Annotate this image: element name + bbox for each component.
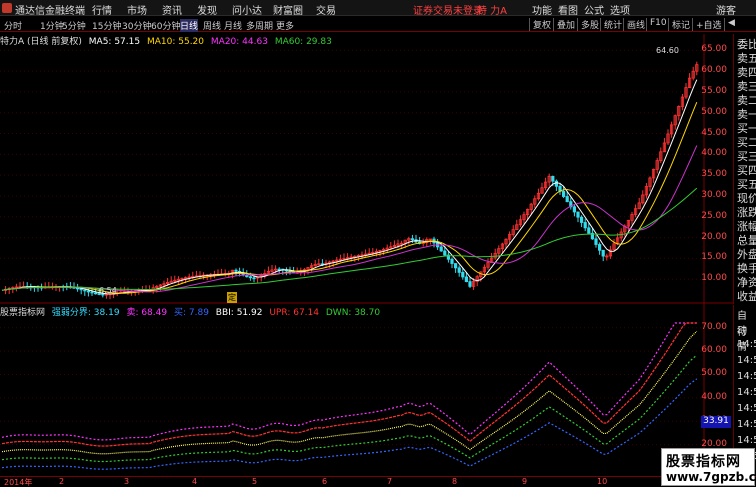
candle-body [453, 263, 458, 269]
candle-body [90, 291, 94, 294]
price-tick: 25.00 [701, 210, 727, 221]
date-axis: 2014年 2 3 4 5 6 7 8 9 10 [0, 476, 756, 487]
ind-mai-sell: 卖: 68.49 [126, 308, 168, 318]
sell-band [1, 322, 697, 441]
price-tick: 10.00 [701, 273, 727, 284]
candle-body [601, 249, 605, 257]
price-tick: 40.00 [701, 148, 727, 159]
quote-panel: 委比 卖五 卖四 卖三 卖二 卖一 买一 买二 买三 买四 买五 现价 涨跌 涨幅 总量 外盘 换手 净资 收益 [733, 34, 756, 304]
tick-time: 14:5 [737, 355, 756, 366]
buy-band [1, 378, 698, 470]
candle-body [443, 250, 447, 256]
date-tick: 8 [452, 477, 458, 486]
ma5-line [1, 79, 698, 295]
date-tick: 2014年 [4, 478, 33, 487]
candle-body [580, 216, 584, 223]
watermark-badge: 股票指标网 www.7gpzb.com [661, 448, 756, 486]
watermark-title: 股票指标网 [666, 454, 741, 470]
candle-body [234, 269, 238, 272]
date-tick: 7 [387, 477, 393, 486]
price-tick: 45.00 [701, 127, 727, 138]
candle-body [248, 276, 252, 279]
indicator-tick: 40.00 [701, 391, 727, 402]
ind-qiangruo: 强弱分界: 38.19 [51, 308, 120, 318]
date-tick: 2 [59, 477, 65, 486]
tick-time: 14:5 [737, 403, 756, 414]
tick-time: 14:5 [737, 435, 756, 446]
indicator-title: 股票指标网 [0, 308, 46, 318]
candle-body [450, 258, 454, 264]
ma60-label: MA60: 29.83 [274, 37, 332, 47]
candle-body [468, 281, 472, 287]
candle-body [461, 271, 465, 278]
ding-marker[interactable]: 定 [227, 292, 237, 303]
candle-body [439, 246, 443, 252]
tick-time: 14:5 [737, 419, 756, 430]
date-tick: 6 [322, 477, 328, 486]
candle-body [562, 191, 566, 197]
kline-chart[interactable] [0, 0, 756, 487]
price-tick: 60.00 [701, 65, 727, 76]
current-value-tag: 33.91 [701, 416, 731, 428]
price-tick: 55.00 [701, 85, 727, 96]
indicator-tick: 70.00 [701, 321, 727, 332]
bbi-band [1, 330, 698, 455]
candle-body [587, 227, 591, 234]
candle-body [572, 206, 577, 213]
chart-title: 特力A (日线 前复权) [0, 37, 82, 47]
tick-time: 14:5 [737, 387, 756, 398]
price-tick: 50.00 [701, 106, 727, 117]
high-price-label: 64.60 [656, 46, 679, 55]
candle-body [598, 244, 602, 251]
indicator-tick: 50.00 [701, 368, 727, 379]
candle-body [252, 277, 256, 280]
candle-body [576, 211, 580, 218]
quote-field: 收益 [737, 290, 756, 303]
price-tick: 65.00 [701, 44, 727, 55]
ind-upr: UPR: 67.14 [269, 308, 319, 318]
candle-body [554, 180, 559, 187]
ma10-label: MA10: 55.20 [146, 37, 205, 47]
candle-body [79, 288, 83, 291]
date-tick: 9 [522, 477, 528, 486]
tick-time: 14:5 [737, 339, 756, 350]
indicator-legend: 股票指标网 强弱分界: 38.19 卖: 68.49 买: 7.89 BBI: … [0, 305, 384, 318]
ma10-line [1, 102, 698, 294]
ma20-line [1, 145, 698, 293]
upr-band [1, 322, 697, 447]
tick-time: 14:5 [737, 371, 756, 382]
ma5-label: MA5: 57.15 [88, 37, 141, 47]
candle-body [565, 196, 569, 203]
watermark-url: www.7gpzb.com [666, 470, 756, 484]
date-tick: 10 [597, 477, 608, 486]
price-tick: 30.00 [701, 189, 727, 200]
candle-body [86, 290, 90, 293]
indicator-tick: 60.00 [701, 345, 727, 356]
date-tick: 3 [124, 477, 130, 486]
ma20-label: MA20: 44.63 [210, 37, 268, 47]
candle-body [83, 289, 87, 292]
candle-body [551, 175, 555, 182]
candle-body [594, 238, 598, 245]
price-tick: 20.00 [701, 231, 727, 242]
ind-bbi: BBI: 51.92 [215, 308, 263, 318]
date-tick: 4 [192, 477, 198, 486]
price-tick: 35.00 [701, 169, 727, 180]
candle-body [410, 238, 415, 241]
candle-body [583, 222, 587, 229]
ma-legend: 特力A (日线 前复权) MA5: 57.15 MA10: 55.20 MA20… [0, 34, 336, 47]
price-tick: 15.00 [701, 252, 727, 263]
candle-body [94, 292, 98, 295]
date-tick: 5 [252, 477, 258, 486]
low-price-label: 6.54 [99, 286, 117, 295]
ind-mai-buy: 买: 7.89 [173, 308, 209, 318]
ind-dwn: DWN: 38.70 [325, 308, 381, 318]
candle-body [457, 267, 461, 273]
candle-body [464, 276, 469, 283]
